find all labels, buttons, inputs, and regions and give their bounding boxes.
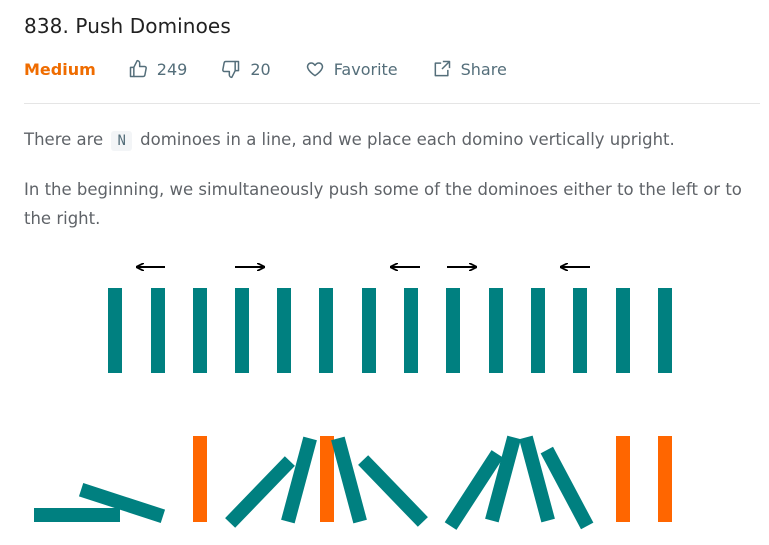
domino-upright xyxy=(658,436,672,522)
domino-upright xyxy=(573,288,587,373)
p1-text-after: dominoes in a line, and we place each do… xyxy=(140,130,675,149)
domino-upright xyxy=(235,288,249,373)
dominoes-illustration xyxy=(34,250,672,530)
thumbs-down-icon xyxy=(222,60,240,79)
share-icon xyxy=(434,60,450,77)
domino-upright xyxy=(616,288,630,373)
heart-icon xyxy=(306,62,323,77)
description-paragraph-1: There are N dominoes in a line, and we p… xyxy=(24,125,754,156)
share-label: Share xyxy=(460,59,507,79)
like-button[interactable]: 249 xyxy=(128,59,188,79)
problem-meta-bar: Medium 249 20 Favorite Share xyxy=(24,56,541,82)
domino-tilted xyxy=(281,436,317,524)
domino-upright xyxy=(616,436,630,522)
domino-tilted xyxy=(358,455,428,527)
domino-upright xyxy=(277,288,291,373)
p1-text-before: There are xyxy=(24,130,104,149)
dislike-count: 20 xyxy=(250,59,271,79)
share-button[interactable]: Share xyxy=(432,59,507,79)
domino-upright xyxy=(193,436,207,522)
problem-title: 838. Push Dominoes xyxy=(24,14,231,38)
domino-upright xyxy=(108,288,122,373)
domino-upright xyxy=(193,288,207,373)
domino-upright xyxy=(404,288,418,373)
domino-upright xyxy=(320,436,334,522)
domino-tilted xyxy=(331,436,367,524)
domino-upright xyxy=(658,288,672,373)
domino-upright xyxy=(489,288,503,373)
domino-upright xyxy=(319,288,333,373)
dislike-button[interactable]: 20 xyxy=(221,59,271,79)
domino-fallen xyxy=(34,508,120,522)
domino-upright xyxy=(446,288,460,373)
final-dominoes-row xyxy=(34,435,672,530)
initial-dominoes-row xyxy=(108,288,672,373)
inline-code-n: N xyxy=(111,131,132,151)
domino-upright xyxy=(362,288,376,373)
domino-upright xyxy=(531,288,545,373)
description-paragraph-2: In the beginning, we simultaneously push… xyxy=(24,180,742,228)
domino-upright xyxy=(151,288,165,373)
difficulty-badge: Medium xyxy=(24,59,96,79)
favorite-button[interactable]: Favorite xyxy=(305,59,398,79)
thumbs-up-icon xyxy=(129,59,147,78)
favorite-label: Favorite xyxy=(333,59,398,79)
like-count: 249 xyxy=(156,59,188,79)
header-divider xyxy=(24,103,760,104)
domino-tilted xyxy=(485,435,521,523)
